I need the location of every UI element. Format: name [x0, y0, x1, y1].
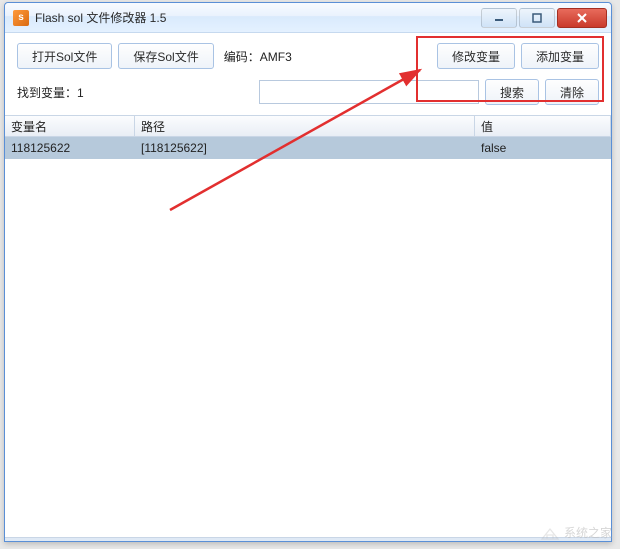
- minimize-button[interactable]: [481, 8, 517, 28]
- maximize-button[interactable]: [519, 8, 555, 28]
- found-prefix: 找到变量：: [17, 86, 77, 100]
- search-row: 找到变量：1 搜索 清除: [5, 75, 611, 115]
- cell-value: false: [475, 137, 611, 159]
- found-count: 1: [77, 86, 84, 100]
- table-row[interactable]: 118125622 [118125622] false: [5, 137, 611, 159]
- cell-name: 118125622: [5, 137, 135, 159]
- col-header-value[interactable]: 值: [475, 116, 611, 136]
- app-icon: s: [13, 10, 29, 26]
- search-input[interactable]: [259, 80, 479, 104]
- close-button[interactable]: [557, 8, 607, 28]
- encoding-prefix: 编码：: [224, 50, 260, 64]
- col-header-name[interactable]: 变量名: [5, 116, 135, 136]
- modify-var-button[interactable]: 修改变量: [437, 43, 515, 69]
- statusbar: [5, 537, 611, 541]
- cell-path: [118125622]: [135, 137, 475, 159]
- grid-header: 变量名 路径 值: [5, 115, 611, 137]
- clear-button[interactable]: 清除: [545, 79, 599, 105]
- encoding-label: 编码：AMF3: [224, 48, 292, 65]
- grid-body[interactable]: 118125622 [118125622] false: [5, 137, 611, 537]
- add-var-button[interactable]: 添加变量: [521, 43, 599, 69]
- save-sol-button[interactable]: 保存Sol文件: [118, 43, 213, 69]
- window-title: Flash sol 文件修改器 1.5: [35, 9, 479, 26]
- encoding-value: AMF3: [260, 50, 292, 64]
- open-sol-button[interactable]: 打开Sol文件: [17, 43, 112, 69]
- col-header-path[interactable]: 路径: [135, 116, 475, 136]
- titlebar: s Flash sol 文件修改器 1.5: [5, 3, 611, 33]
- app-window: s Flash sol 文件修改器 1.5 打开Sol文件 保存Sol文件 编码…: [4, 2, 612, 542]
- found-count-label: 找到变量：1: [17, 84, 84, 101]
- search-button[interactable]: 搜索: [485, 79, 539, 105]
- toolbar: 打开Sol文件 保存Sol文件 编码：AMF3 修改变量 添加变量: [5, 33, 611, 75]
- window-controls: [479, 8, 607, 28]
